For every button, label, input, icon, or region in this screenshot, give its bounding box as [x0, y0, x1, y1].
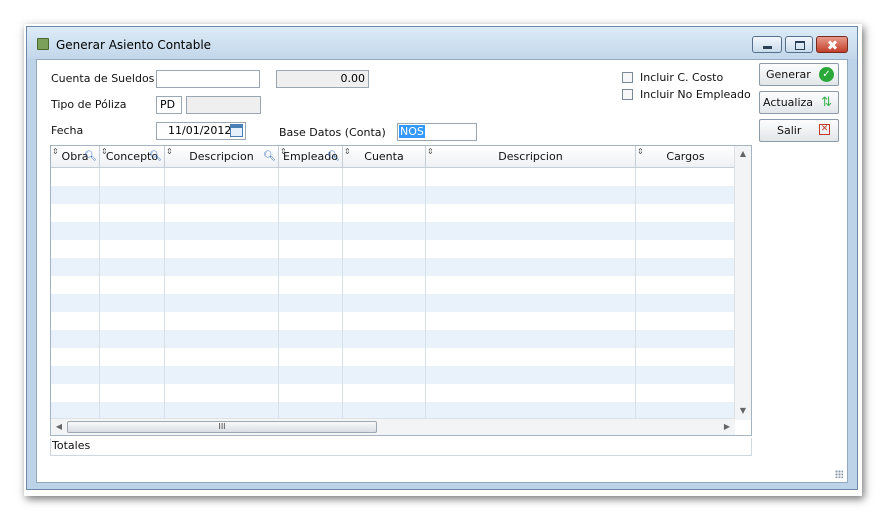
generar-button[interactable]: Generar ✓ [759, 63, 839, 86]
totals-label: Totales [52, 439, 91, 452]
table-row[interactable] [51, 366, 735, 384]
column-divider [278, 168, 279, 420]
sort-icon: ⇕ [101, 147, 108, 156]
table-row[interactable] [51, 348, 735, 366]
tipo-poliza-label: Tipo de Póliza [51, 98, 127, 111]
base-datos-value: NOS [399, 125, 425, 138]
incluir-c-costo-label: Incluir C. Costo [640, 71, 724, 84]
horizontal-scroll-thumb[interactable]: III [67, 421, 377, 433]
column-header-obra[interactable]: ⇕ Obra 🔍︎ [51, 146, 100, 167]
tipo-poliza-description [186, 96, 261, 114]
sort-icon: ⇕ [280, 147, 287, 156]
cuenta-sueldos-label: Cuenta de Sueldos [51, 72, 155, 85]
column-header-concepto[interactable]: ⇕ Concepto 🔍︎ [100, 146, 165, 167]
actualiza-button[interactable]: Actualiza ⇅ [759, 91, 839, 114]
form-area: Cuenta de Sueldos 0.00 Tipo de Póliza PD… [36, 59, 848, 483]
magnifier-icon[interactable]: 🔍︎ [149, 146, 162, 167]
salir-button[interactable]: Salir ✕ [759, 119, 839, 142]
column-header-empleado[interactable]: ⇕ Empleado 🔍︎ [279, 146, 343, 167]
horizontal-scrollbar[interactable]: ◀ III ▶ [51, 418, 735, 435]
column-divider [99, 168, 100, 420]
sort-icon: ⇕ [637, 147, 644, 156]
asiento-grid[interactable]: ⇕ Obra 🔍︎ ⇕ Concepto 🔍︎ ⇕ Descripcion 🔍︎… [50, 145, 752, 436]
magnifier-icon[interactable]: 🔍︎ [327, 146, 340, 167]
column-header-cargos[interactable]: ⇕ Cargos [636, 146, 735, 167]
close-window-button[interactable] [816, 36, 848, 53]
fecha-value: 11/01/2012 [168, 124, 232, 137]
vertical-scrollbar[interactable]: ▲ ▼ [734, 146, 751, 420]
sort-icon: ⇕ [52, 147, 59, 156]
grid-body[interactable] [51, 168, 735, 420]
sort-icon: ⇕ [344, 147, 351, 156]
minimize-button[interactable] [752, 36, 782, 53]
check-circle-icon: ✓ [819, 67, 834, 82]
table-row[interactable] [51, 276, 735, 294]
column-header-descripcion-2[interactable]: ⇕ Descripcion [426, 146, 636, 167]
column-divider [425, 168, 426, 420]
sort-icon: ⇕ [427, 147, 434, 156]
scroll-left-icon[interactable]: ◀ [51, 422, 67, 431]
close-x-icon: ✕ [819, 124, 830, 135]
base-datos-input[interactable]: NOS [397, 123, 477, 141]
tipo-poliza-code-input[interactable]: PD [156, 96, 182, 114]
column-header-cuenta[interactable]: ⇕ Cuenta [343, 146, 426, 167]
incluir-c-costo-checkbox[interactable] [622, 72, 633, 83]
table-row[interactable] [51, 312, 735, 330]
totals-bar: Totales [50, 438, 752, 456]
base-datos-label: Base Datos (Conta) [279, 126, 386, 139]
column-divider [635, 168, 636, 420]
generar-label: Generar [766, 68, 811, 81]
resize-grip-icon[interactable] [835, 470, 843, 478]
sort-icon: ⇕ [166, 147, 173, 156]
salir-label: Salir [777, 124, 802, 137]
cuenta-sueldos-amount: 0.00 [276, 70, 369, 88]
column-divider [164, 168, 165, 420]
table-row[interactable] [51, 384, 735, 402]
incluir-no-empleado-checkbox[interactable] [622, 89, 633, 100]
fecha-input[interactable]: 11/01/2012 [156, 122, 246, 140]
table-row[interactable] [51, 240, 735, 258]
column-divider [342, 168, 343, 420]
fecha-label: Fecha [51, 124, 84, 137]
maximize-button[interactable] [785, 36, 813, 53]
grid-header: ⇕ Obra 🔍︎ ⇕ Concepto 🔍︎ ⇕ Descripcion 🔍︎… [51, 146, 735, 168]
scroll-right-icon[interactable]: ▶ [719, 422, 735, 431]
refresh-arrows-icon: ⇅ [821, 95, 832, 110]
actualiza-label: Actualiza [763, 96, 814, 109]
table-row[interactable] [51, 222, 735, 240]
table-row[interactable] [51, 294, 735, 312]
magnifier-icon[interactable]: 🔍︎ [84, 146, 97, 167]
window-title: Generar Asiento Contable [56, 38, 212, 52]
table-row[interactable] [51, 258, 735, 276]
magnifier-icon[interactable]: 🔍︎ [263, 146, 276, 167]
scroll-down-icon[interactable]: ▼ [735, 406, 751, 415]
table-row[interactable] [51, 168, 735, 186]
generar-asiento-window: Generar Asiento Contable Cuenta de Sueld… [26, 26, 858, 490]
app-window-icon [37, 38, 49, 50]
table-row[interactable] [51, 330, 735, 348]
title-bar[interactable]: Generar Asiento Contable [27, 27, 857, 59]
column-header-descripcion-1[interactable]: ⇕ Descripcion 🔍︎ [165, 146, 279, 167]
calendar-icon[interactable] [230, 124, 243, 137]
incluir-no-empleado-label: Incluir No Empleado [640, 88, 751, 101]
scroll-up-icon[interactable]: ▲ [735, 149, 751, 158]
table-row[interactable] [51, 186, 735, 204]
table-row[interactable] [51, 204, 735, 222]
cuenta-sueldos-input[interactable] [156, 70, 260, 88]
